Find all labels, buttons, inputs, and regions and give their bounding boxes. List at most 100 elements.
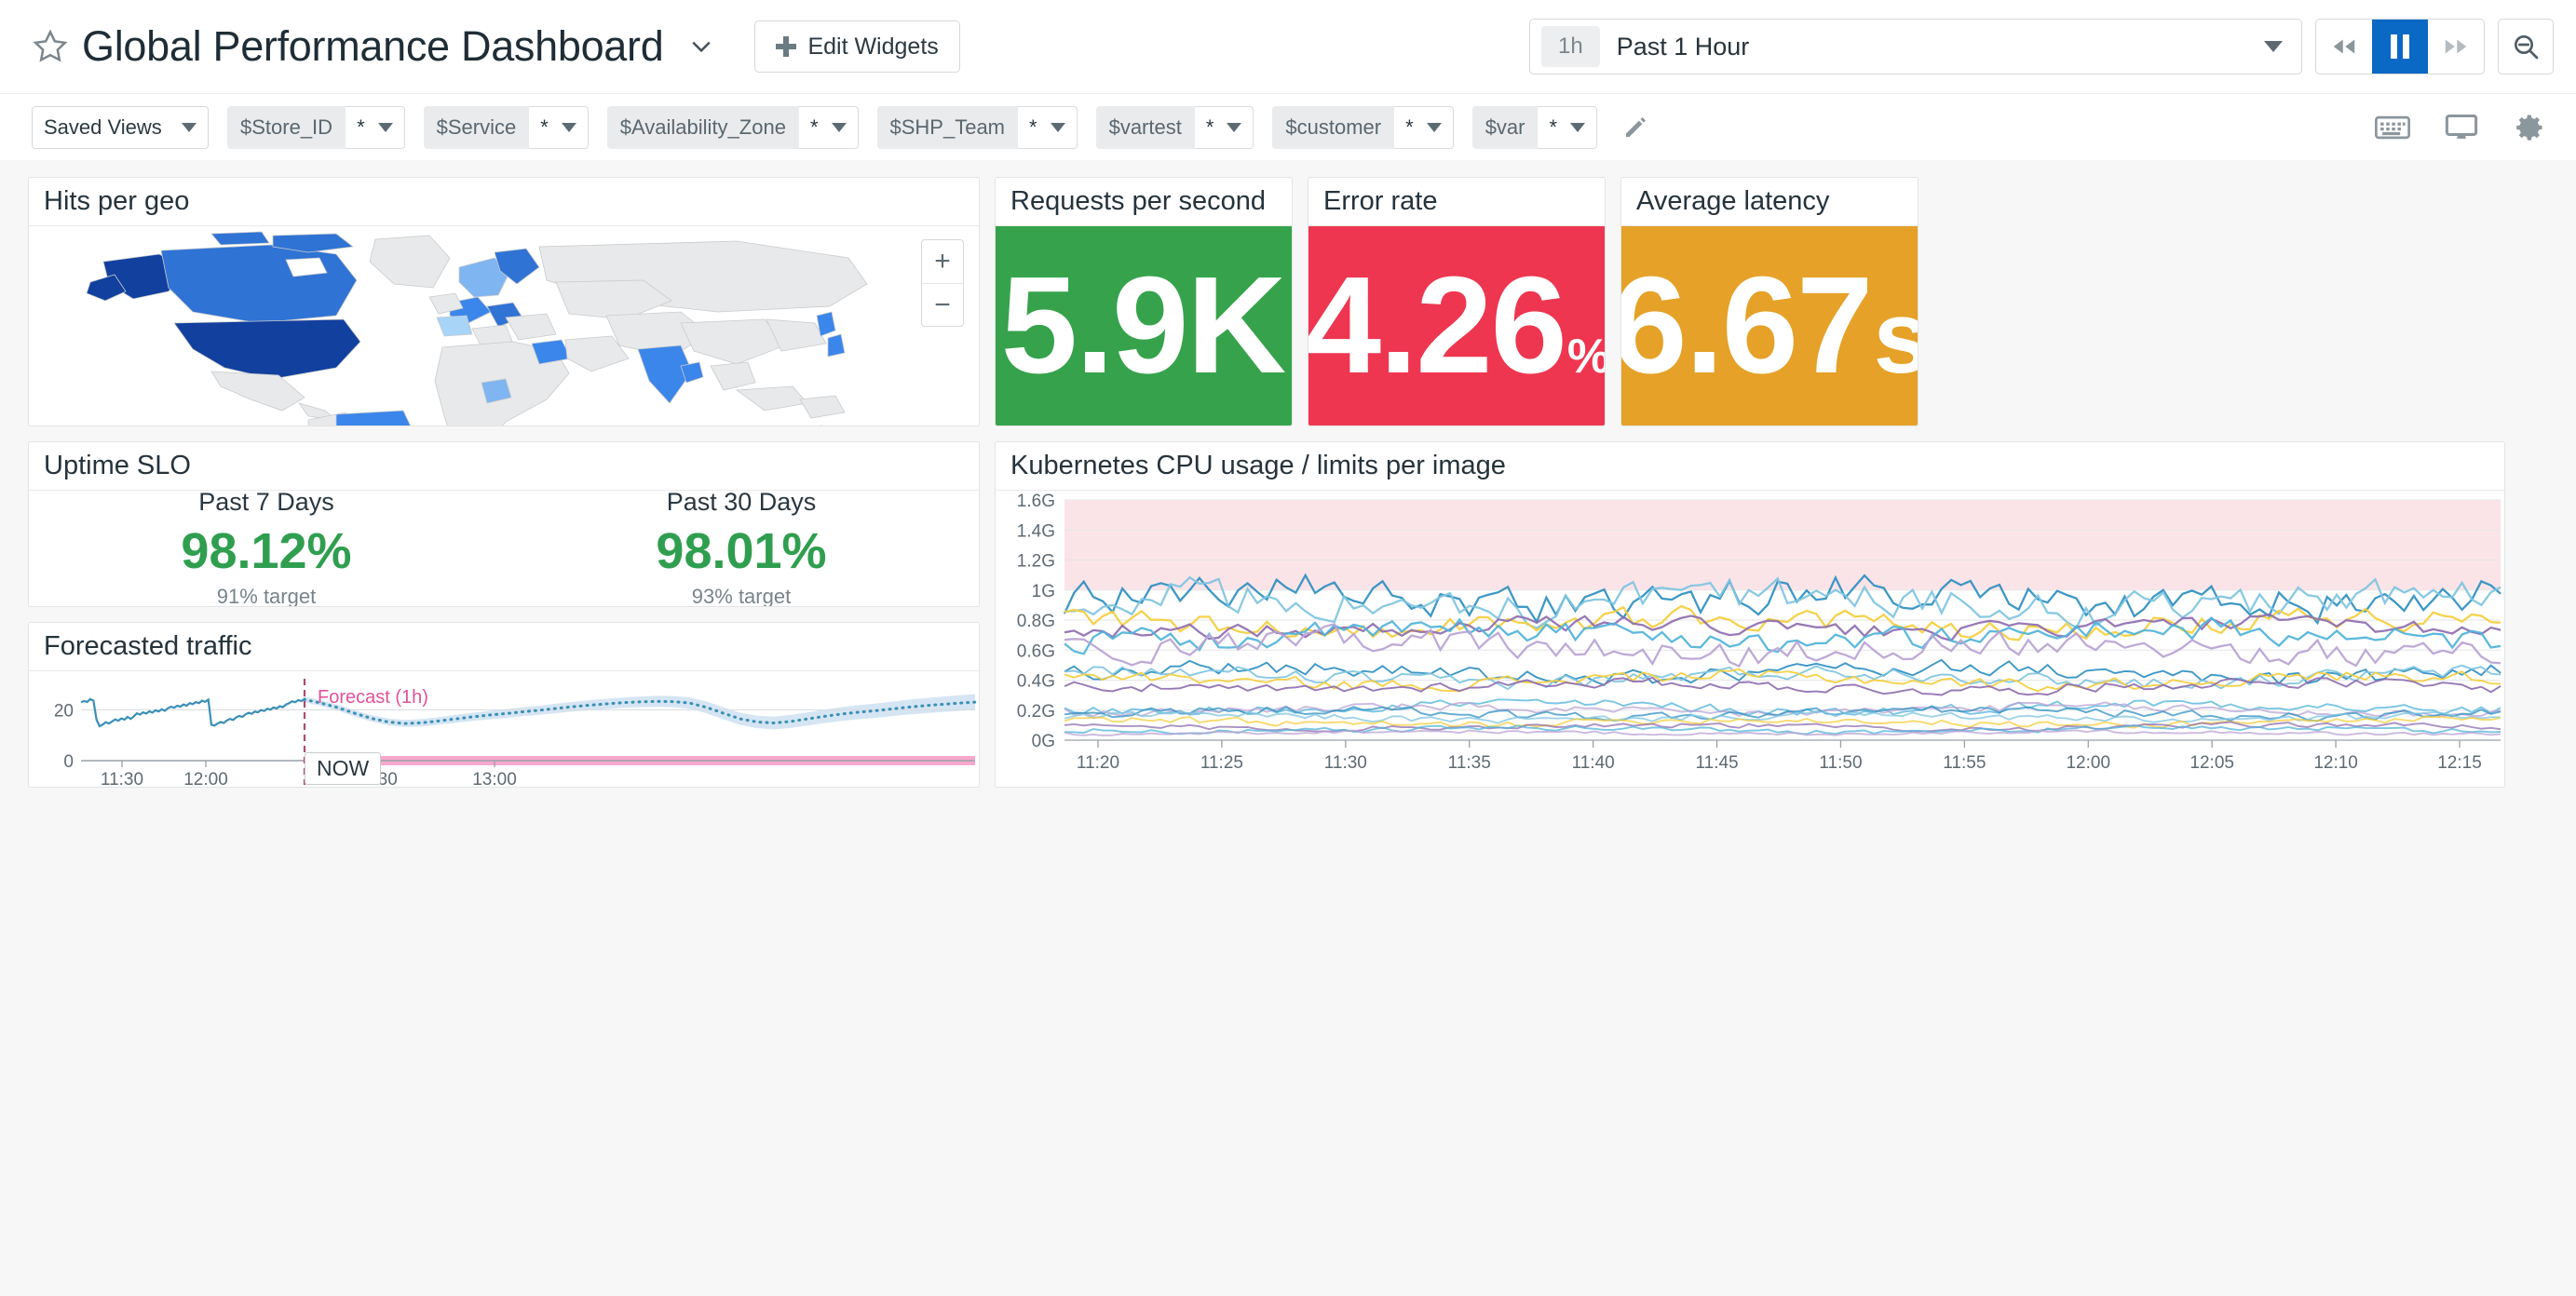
- favorite-star-icon[interactable]: [32, 28, 69, 65]
- zoom-out-button[interactable]: [2498, 19, 2554, 74]
- filter-chip-name: $var: [1472, 106, 1539, 149]
- kpi-value-wrap: 6.67 s: [1621, 257, 1918, 395]
- time-range-badge: 1h: [1541, 26, 1600, 67]
- gear-icon[interactable]: [2513, 111, 2546, 144]
- chevron-down-icon: [1051, 123, 1065, 132]
- panel-title: Error rate: [1308, 178, 1605, 226]
- title-chevron-down-icon[interactable]: [687, 33, 715, 61]
- panel-title: Average latency: [1621, 178, 1918, 226]
- filter-chip-service[interactable]: $Service *: [424, 106, 589, 149]
- time-range-picker[interactable]: 1h Past 1 Hour: [1529, 19, 2302, 74]
- svg-text:11:20: 11:20: [1077, 753, 1119, 773]
- map-zoom-in-button[interactable]: +: [922, 240, 963, 283]
- saved-views-select[interactable]: Saved Views: [32, 106, 209, 149]
- slo-target: 93% target: [656, 585, 826, 606]
- svg-text:11:50: 11:50: [1819, 753, 1862, 773]
- kpi-color-fill: 4.26 %: [1308, 226, 1605, 425]
- svg-text:1.6G: 1.6G: [1017, 492, 1055, 511]
- map-zoom-out-button[interactable]: −: [922, 283, 963, 326]
- panel-error-rate: Error rate 4.26 %: [1308, 177, 1606, 426]
- kpi-body: 6.67 s: [1621, 226, 1918, 425]
- filter-chip-value: *: [540, 115, 549, 140]
- svg-text:11:55: 11:55: [1943, 753, 1986, 773]
- display-icon[interactable]: [2444, 114, 2479, 142]
- kpi-unit: %: [1567, 332, 1605, 381]
- forecast-body[interactable]: 020Forecast (1h)11:3012:0012:3013:00 NOW: [29, 671, 979, 787]
- svg-text:11:30: 11:30: [1324, 753, 1367, 773]
- slo-item-30-days: Past 30 Days 98.01% 93% target: [656, 491, 826, 606]
- filter-chip-shp-team[interactable]: $SHP_Team *: [877, 106, 1078, 149]
- edit-widgets-label: Edit Widgets: [807, 34, 938, 61]
- edit-variables-pencil-icon[interactable]: [1621, 114, 1649, 142]
- chevron-down-icon: [1227, 123, 1241, 132]
- saved-views-label: Saved Views: [44, 115, 162, 140]
- slo-target: 91% target: [181, 585, 351, 606]
- filter-chip-name: $Service: [424, 106, 530, 149]
- slo-body: Past 7 Days 98.12% 91% target Past 30 Da…: [29, 491, 979, 606]
- slo-label: Past 30 Days: [656, 491, 826, 517]
- svg-text:1.4G: 1.4G: [1017, 521, 1055, 541]
- svg-text:11:30: 11:30: [101, 770, 143, 787]
- filter-chip-value: *: [1206, 115, 1214, 140]
- filter-chip-value: *: [1029, 115, 1037, 140]
- kpi-body: 4.26 %: [1308, 226, 1605, 425]
- filter-chip-name: $Availability_Zone: [607, 106, 799, 149]
- filter-chip-name: $vartest: [1096, 106, 1195, 149]
- filter-chip-value: *: [810, 115, 819, 140]
- filter-chip-availability-zone[interactable]: $Availability_Zone *: [607, 106, 859, 149]
- filter-chip-value-wrap[interactable]: *: [1018, 106, 1078, 149]
- pause-button[interactable]: [2372, 20, 2428, 74]
- fast-forward-button[interactable]: [2428, 20, 2484, 74]
- chevron-down-icon: [562, 123, 576, 132]
- svg-text:0G: 0G: [1032, 732, 1055, 751]
- kpi-value: 6.67: [1621, 257, 1871, 395]
- filter-chip-value: *: [1405, 115, 1414, 140]
- panel-title: Kubernetes CPU usage / limits per image: [996, 442, 2504, 491]
- map-zoom-controls: + −: [921, 239, 964, 327]
- svg-text:12:15: 12:15: [2437, 753, 2482, 773]
- svg-text:0.2G: 0.2G: [1017, 702, 1055, 722]
- kpi-unit: s: [1873, 287, 1918, 389]
- filter-chip-customer[interactable]: $customer *: [1272, 106, 1453, 149]
- top-bar-right-controls: 1h Past 1 Hour: [1529, 19, 2554, 74]
- filter-chip-value-wrap[interactable]: *: [1195, 106, 1254, 149]
- svg-text:20: 20: [54, 701, 74, 721]
- rewind-button[interactable]: [2316, 20, 2372, 74]
- panel-hits-per-geo: Hits per geo + −: [28, 177, 980, 426]
- keyboard-icon[interactable]: [2375, 115, 2410, 141]
- filter-chip-value-wrap[interactable]: *: [799, 106, 859, 149]
- edit-widgets-button[interactable]: Edit Widgets: [754, 20, 959, 73]
- svg-text:11:40: 11:40: [1572, 753, 1615, 773]
- kpi-value: 4.26: [1308, 257, 1566, 395]
- svg-text:Forecast (1h): Forecast (1h): [318, 687, 428, 708]
- filter-chip-name: $SHP_Team: [877, 106, 1019, 149]
- filter-chip-value-wrap[interactable]: *: [1538, 106, 1597, 149]
- panel-title: Hits per geo: [29, 178, 979, 226]
- filter-chip-var[interactable]: $var *: [1472, 106, 1597, 149]
- filter-chip-vartest[interactable]: $vartest *: [1096, 106, 1254, 149]
- plus-icon: [776, 36, 796, 57]
- filter-chip-value-wrap[interactable]: *: [529, 106, 589, 149]
- filter-chip-value-wrap[interactable]: *: [346, 106, 405, 149]
- panel-average-latency: Average latency 6.67 s: [1620, 177, 1918, 426]
- k8s-body[interactable]: 0G0.2G0.4G0.6G0.8G1G1.2G1.4G1.6G11:2011:…: [996, 491, 2504, 787]
- time-range-chevron-down-icon[interactable]: [2264, 41, 2283, 52]
- filter-chip-name: $Store_ID: [227, 106, 346, 149]
- svg-text:12:00: 12:00: [2066, 753, 2110, 773]
- filter-chip-value-wrap[interactable]: *: [1394, 106, 1454, 149]
- svg-text:1.2G: 1.2G: [1017, 552, 1055, 572]
- chevron-down-icon: [1570, 123, 1585, 132]
- filter-chip-store-id[interactable]: $Store_ID *: [227, 106, 405, 149]
- world-choropleth-map: [29, 226, 979, 425]
- kpi-value-wrap: 5.9K: [1001, 257, 1287, 395]
- top-bar: Global Performance Dashboard Edit Widget…: [0, 0, 2576, 93]
- svg-text:12:00: 12:00: [183, 770, 228, 787]
- filter-bar-right-icons: [2375, 111, 2546, 144]
- dashboard-grid: Hits per geo + −: [0, 160, 2576, 1296]
- map-body[interactable]: + −: [29, 226, 979, 425]
- svg-text:0.4G: 0.4G: [1017, 672, 1055, 692]
- kpi-value-wrap: 4.26 %: [1308, 257, 1605, 395]
- kpi-body: 5.9K: [996, 226, 1292, 425]
- svg-text:13:00: 13:00: [472, 770, 517, 787]
- left-stack: Uptime SLO Past 7 Days 98.12% 91% target…: [28, 441, 980, 788]
